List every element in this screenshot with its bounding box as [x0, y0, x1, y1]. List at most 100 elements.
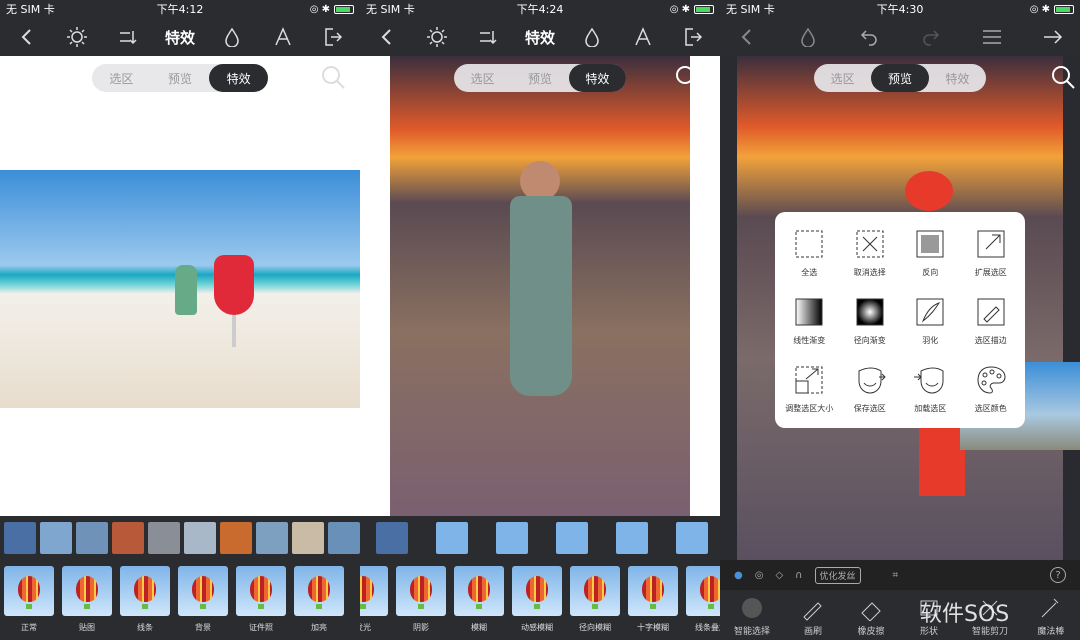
status-bar: 无 SIM 卡 下午4:30 ◎ ✱: [720, 0, 1080, 18]
text-icon[interactable]: [270, 24, 296, 50]
search-icon[interactable]: [674, 64, 700, 90]
eraser-icon[interactable]: ◇: [775, 570, 783, 581]
next-arrow-icon[interactable]: [1040, 24, 1066, 50]
back-icon[interactable]: [734, 24, 760, 50]
tool-button[interactable]: 橡皮擦: [856, 595, 886, 637]
texture-thumb[interactable]: [292, 522, 324, 554]
menu-item[interactable]: 调整选区大小: [779, 354, 840, 422]
menu-item[interactable]: 选区描边: [961, 286, 1022, 354]
undo-icon[interactable]: [856, 24, 882, 50]
tab-select[interactable]: 选区: [454, 64, 511, 92]
export-icon[interactable]: [320, 24, 346, 50]
menu-item[interactable]: 全选: [779, 218, 840, 286]
effect-thumb: [120, 566, 170, 616]
list-icon[interactable]: [979, 24, 1005, 50]
adjust-sliders-icon[interactable]: [376, 522, 408, 554]
balloon-icon: [584, 576, 606, 609]
face-icon[interactable]: ◎: [755, 570, 764, 581]
menu-item[interactable]: 加载选区: [900, 354, 961, 422]
search-icon[interactable]: [1050, 64, 1076, 90]
texture-thumb[interactable]: [184, 522, 216, 554]
menu-item-label: 调整选区大小: [785, 403, 834, 413]
balloon-thumb[interactable]: [496, 522, 528, 554]
tab-select[interactable]: 选区: [814, 64, 871, 92]
tab-preview[interactable]: 预览: [871, 64, 929, 92]
help-icon[interactable]: ?: [1050, 567, 1066, 583]
tab-preview[interactable]: 预览: [511, 64, 568, 92]
person-icon[interactable]: ●: [734, 570, 743, 581]
effect-item[interactable]: 证件照: [236, 566, 286, 634]
menu-item-label: 羽化: [922, 335, 939, 345]
balloon-thumb[interactable]: [616, 522, 648, 554]
texture-thumb[interactable]: [148, 522, 180, 554]
optimize-hair-button[interactable]: 优化发丝: [814, 566, 861, 584]
menu-item[interactable]: 保存选区: [840, 354, 901, 422]
export-icon[interactable]: [680, 24, 706, 50]
effect-item[interactable]: 加亮: [294, 566, 344, 634]
effect-item[interactable]: 线条叠加: [686, 566, 720, 634]
tab-preview[interactable]: 预览: [151, 64, 210, 92]
effect-item[interactable]: 线条: [120, 566, 170, 634]
texture-thumb[interactable]: [112, 522, 144, 554]
redo-icon[interactable]: [918, 24, 944, 50]
effect-item[interactable]: 正常: [4, 566, 54, 634]
tab-effects[interactable]: 特效: [209, 64, 269, 92]
crop-icon[interactable]: ⌗: [893, 570, 899, 581]
effect-item[interactable]: 背景: [178, 566, 228, 634]
balloon-thumb[interactable]: [676, 522, 708, 554]
tool-button[interactable]: 画刷: [798, 595, 828, 637]
drop-icon[interactable]: [579, 24, 605, 50]
menu-item[interactable]: 反向: [900, 218, 961, 286]
tool-label: 魔法棒: [1037, 627, 1065, 637]
effect-item[interactable]: 发光: [360, 566, 388, 634]
effect-thumb: [62, 566, 112, 616]
texture-thumb[interactable]: [328, 522, 360, 554]
resize-selection-icon: [792, 363, 826, 397]
effect-item[interactable]: 十字模糊: [628, 566, 678, 634]
tool-button[interactable]: 智能选择: [734, 595, 770, 637]
effect-item[interactable]: 径向模糊: [570, 566, 620, 634]
effect-item[interactable]: 贴图: [62, 566, 112, 634]
tool-button[interactable]: 魔法棒: [1036, 595, 1066, 637]
texture-thumb[interactable]: [256, 522, 288, 554]
text-icon[interactable]: [630, 24, 656, 50]
tab-effects[interactable]: 特效: [568, 64, 626, 92]
menu-item[interactable]: 扩展选区: [961, 218, 1022, 286]
effect-item[interactable]: 模糊: [454, 566, 504, 634]
menu-item[interactable]: 径向渐变: [840, 286, 901, 354]
smart-select-icon: [737, 595, 767, 621]
menu-item[interactable]: 选区颜色: [961, 354, 1022, 422]
sort-icon[interactable]: [115, 24, 141, 50]
hair-icon[interactable]: ∩: [795, 570, 802, 581]
status-icons: ◎ ✱: [958, 4, 1074, 15]
balloon-thumb[interactable]: [556, 522, 588, 554]
sort-icon[interactable]: [475, 24, 501, 50]
texture-thumb[interactable]: [220, 522, 252, 554]
balloon-icon: [410, 576, 432, 609]
effect-thumb: [178, 566, 228, 616]
feather-icon: [913, 295, 947, 329]
back-icon[interactable]: [14, 24, 40, 50]
menu-item[interactable]: 取消选择: [840, 218, 901, 286]
brightness-icon[interactable]: [64, 24, 90, 50]
effect-thumb: [294, 566, 344, 616]
tab-select[interactable]: 选区: [92, 64, 151, 92]
effect-label: 阴影: [413, 623, 429, 632]
texture-thumb[interactable]: [76, 522, 108, 554]
back-icon[interactable]: [374, 24, 400, 50]
effect-item[interactable]: 动感模糊: [512, 566, 562, 634]
top-toolbar: 特效: [0, 18, 360, 56]
menu-item[interactable]: 线性渐变: [779, 286, 840, 354]
search-icon[interactable]: [320, 64, 346, 90]
menu-item-label: 扩展选区: [974, 267, 1007, 277]
drop-icon[interactable]: [219, 24, 245, 50]
effect-label: 线条: [137, 623, 153, 632]
effect-item[interactable]: 阴影: [396, 566, 446, 634]
adjust-sliders-icon[interactable]: [4, 522, 36, 554]
menu-item[interactable]: 羽化: [900, 286, 961, 354]
balloon-thumb[interactable]: [436, 522, 468, 554]
tab-effects[interactable]: 特效: [929, 64, 986, 92]
drop-icon[interactable]: [795, 24, 821, 50]
brightness-icon[interactable]: [424, 24, 450, 50]
texture-thumb[interactable]: [40, 522, 72, 554]
